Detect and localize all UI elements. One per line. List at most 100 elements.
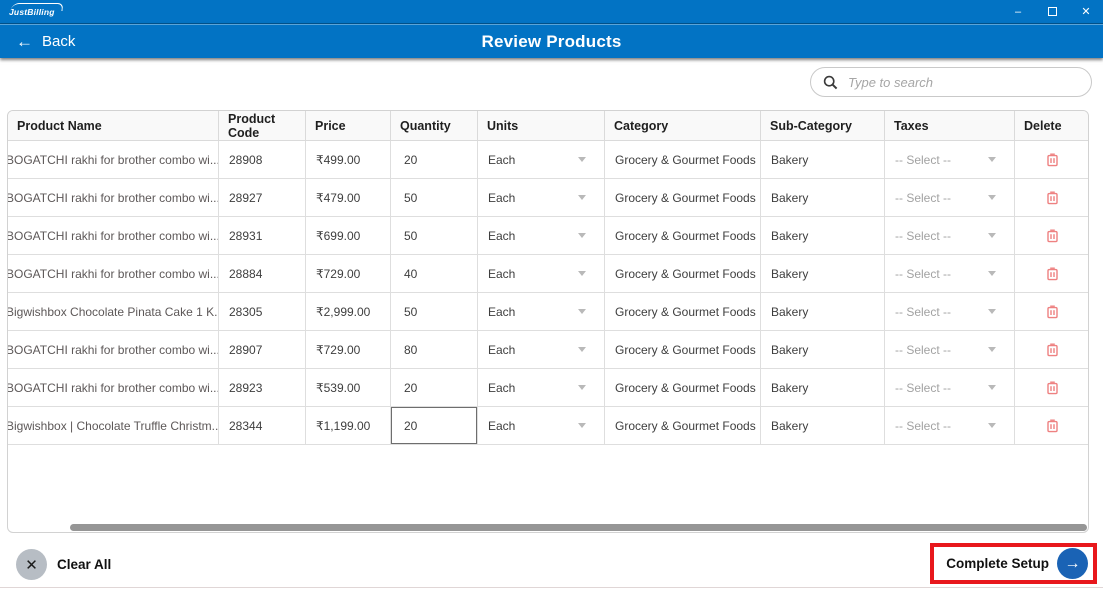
quantity-value: 50 bbox=[404, 228, 418, 243]
quantity-value: 40 bbox=[404, 266, 418, 281]
price-cell: ₹699.00 bbox=[306, 217, 391, 255]
page-title: Review Products bbox=[481, 31, 622, 51]
chevron-down-icon bbox=[988, 347, 996, 352]
delete-button[interactable] bbox=[1040, 337, 1066, 363]
delete-button[interactable] bbox=[1040, 413, 1066, 439]
trash-icon bbox=[1047, 153, 1058, 167]
chevron-down-icon bbox=[988, 309, 996, 314]
taxes-dropdown[interactable]: -- Select -- bbox=[885, 141, 1015, 179]
trash-icon bbox=[1047, 267, 1058, 281]
quantity-cell[interactable]: 40 bbox=[391, 255, 478, 293]
units-value: Each bbox=[488, 152, 516, 167]
back-button[interactable]: ← Back bbox=[16, 33, 75, 50]
header-product-name: Product Name bbox=[8, 111, 219, 141]
arrow-right-icon: → bbox=[1064, 554, 1081, 572]
chevron-down-icon bbox=[988, 385, 996, 390]
price-cell: ₹479.00 bbox=[306, 179, 391, 217]
taxes-value: -- Select -- bbox=[895, 266, 952, 281]
minimize-button[interactable]: – bbox=[1001, 0, 1035, 23]
quantity-cell[interactable]: 20 bbox=[391, 141, 478, 179]
sub-category-cell: Bakery bbox=[761, 255, 885, 293]
chevron-down-icon bbox=[988, 157, 996, 162]
search-input[interactable] bbox=[848, 74, 1079, 90]
clear-x-icon: ✕ bbox=[16, 549, 47, 580]
header-quantity: Quantity bbox=[391, 111, 478, 141]
chevron-down-icon bbox=[578, 423, 586, 428]
app-logo: JustBilling bbox=[9, 2, 64, 17]
clear-all-button[interactable]: ✕ Clear All bbox=[16, 549, 111, 580]
clear-all-label: Clear All bbox=[57, 557, 112, 572]
taxes-value: -- Select -- bbox=[895, 342, 952, 357]
horizontal-scrollbar[interactable] bbox=[70, 524, 1087, 531]
delete-button[interactable] bbox=[1040, 375, 1066, 401]
nav-bar: ← Back Review Products bbox=[0, 24, 1103, 58]
taxes-dropdown[interactable]: -- Select -- bbox=[885, 217, 1015, 255]
taxes-value: -- Select -- bbox=[895, 380, 952, 395]
sub-category-cell: Bakery bbox=[761, 179, 885, 217]
table-row: BOGATCHI rakhi for brother combo wi... 2… bbox=[8, 179, 1088, 217]
units-dropdown[interactable]: Each bbox=[478, 293, 605, 331]
units-dropdown[interactable]: Each bbox=[478, 255, 605, 293]
search-icon bbox=[823, 75, 838, 89]
table-row: BOGATCHI rakhi for brother combo wi... 2… bbox=[8, 255, 1088, 293]
quantity-cell[interactable]: 50 bbox=[391, 217, 478, 255]
category-cell: Grocery & Gourmet Foods bbox=[605, 255, 761, 293]
chevron-down-icon bbox=[988, 195, 996, 200]
header-taxes: Taxes bbox=[885, 111, 1015, 141]
quantity-cell[interactable]: 50 bbox=[391, 179, 478, 217]
units-dropdown[interactable]: Each bbox=[478, 331, 605, 369]
chevron-down-icon bbox=[988, 233, 996, 238]
delete-button[interactable] bbox=[1040, 299, 1066, 325]
units-dropdown[interactable]: Each bbox=[478, 179, 605, 217]
product-name-cell: BOGATCHI rakhi for brother combo wi... bbox=[8, 331, 219, 369]
product-name-cell: BOGATCHI rakhi for brother combo wi... bbox=[8, 369, 219, 407]
complete-setup-label: Complete Setup bbox=[946, 556, 1049, 571]
quantity-value: 20 bbox=[404, 418, 418, 433]
taxes-dropdown[interactable]: -- Select -- bbox=[885, 407, 1015, 445]
product-name-cell: BOGATCHI rakhi for brother combo wi... bbox=[8, 255, 219, 293]
product-code-cell: 28908 bbox=[219, 141, 306, 179]
quantity-cell[interactable]: 80 bbox=[391, 331, 478, 369]
complete-setup-button[interactable]: → bbox=[1057, 548, 1088, 579]
taxes-dropdown[interactable]: -- Select -- bbox=[885, 255, 1015, 293]
product-name-cell: Bigwishbox | Chocolate Truffle Christm..… bbox=[8, 407, 219, 445]
sub-category-cell: Bakery bbox=[761, 141, 885, 179]
search-box bbox=[810, 67, 1092, 97]
quantity-value: 20 bbox=[404, 152, 418, 167]
quantity-value: 50 bbox=[404, 190, 418, 205]
taxes-dropdown[interactable]: -- Select -- bbox=[885, 179, 1015, 217]
delete-button[interactable] bbox=[1040, 223, 1066, 249]
taxes-dropdown[interactable]: -- Select -- bbox=[885, 331, 1015, 369]
taxes-dropdown[interactable]: -- Select -- bbox=[885, 369, 1015, 407]
units-value: Each bbox=[488, 342, 516, 357]
sub-category-cell: Bakery bbox=[761, 331, 885, 369]
category-cell: Grocery & Gourmet Foods bbox=[605, 293, 761, 331]
quantity-value: 20 bbox=[404, 380, 418, 395]
chevron-down-icon bbox=[988, 271, 996, 276]
sub-category-cell: Bakery bbox=[761, 293, 885, 331]
quantity-cell[interactable]: 20 bbox=[391, 369, 478, 407]
delete-cell bbox=[1015, 179, 1088, 217]
delete-button[interactable] bbox=[1040, 185, 1066, 211]
taxes-value: -- Select -- bbox=[895, 190, 952, 205]
units-value: Each bbox=[488, 418, 516, 433]
table-row: BOGATCHI rakhi for brother combo wi... 2… bbox=[8, 331, 1088, 369]
delete-button[interactable] bbox=[1040, 147, 1066, 173]
delete-button[interactable] bbox=[1040, 261, 1066, 287]
units-dropdown[interactable]: Each bbox=[478, 369, 605, 407]
quantity-cell[interactable]: 20 bbox=[391, 407, 478, 445]
table-body: BOGATCHI rakhi for brother combo wi... 2… bbox=[8, 141, 1088, 445]
taxes-value: -- Select -- bbox=[895, 152, 952, 167]
units-dropdown[interactable]: Each bbox=[478, 407, 605, 445]
units-value: Each bbox=[488, 380, 516, 395]
close-button[interactable]: ✕ bbox=[1069, 0, 1103, 23]
taxes-dropdown[interactable]: -- Select -- bbox=[885, 293, 1015, 331]
product-code-cell: 28907 bbox=[219, 331, 306, 369]
units-dropdown[interactable]: Each bbox=[478, 141, 605, 179]
quantity-cell[interactable]: 50 bbox=[391, 293, 478, 331]
maximize-button[interactable] bbox=[1035, 0, 1069, 23]
sub-category-cell: Bakery bbox=[761, 217, 885, 255]
units-dropdown[interactable]: Each bbox=[478, 217, 605, 255]
maximize-icon bbox=[1047, 7, 1057, 16]
units-value: Each bbox=[488, 266, 516, 281]
